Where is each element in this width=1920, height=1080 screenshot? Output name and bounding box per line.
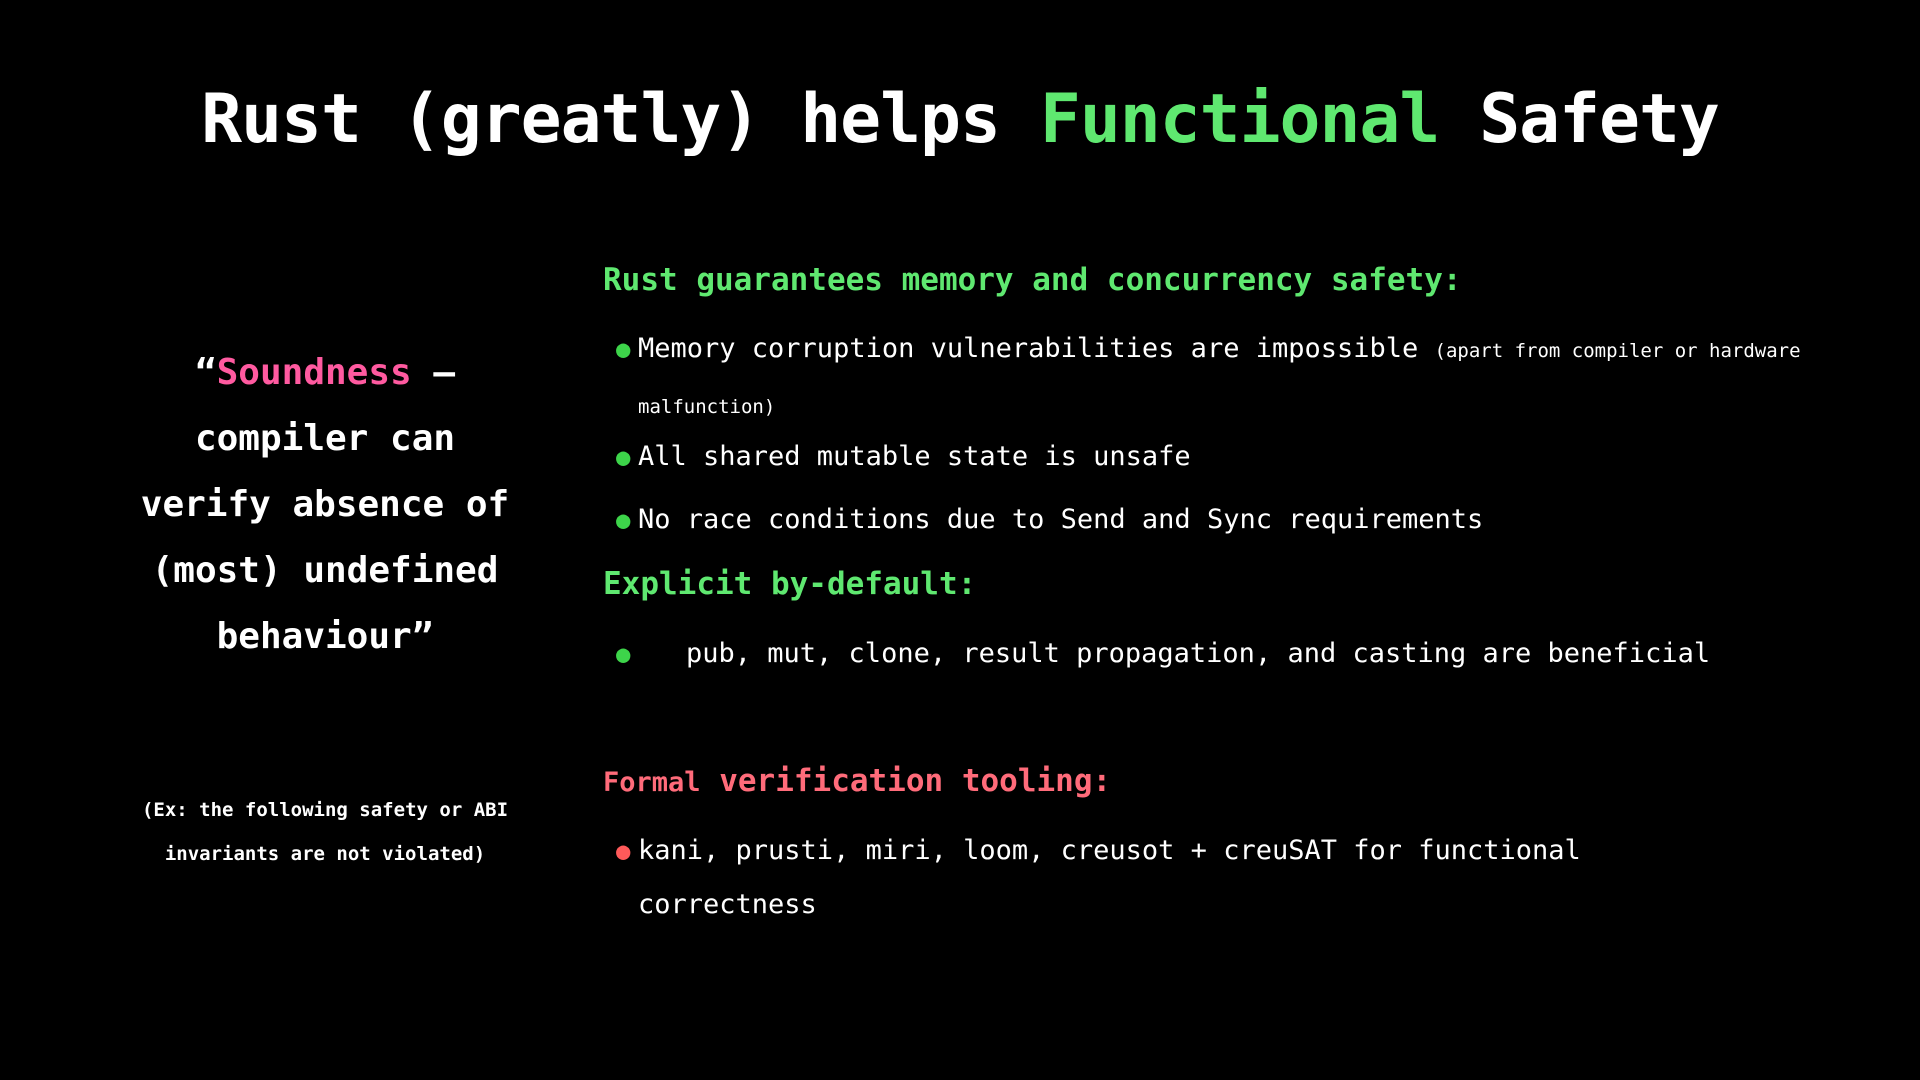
title-highlight: Functional <box>1039 80 1440 159</box>
soundness-quote: “Soundness – compiler can verify absence… <box>130 340 520 670</box>
list-item-text: kani, prusti, miri, loom, creusot + creu… <box>638 835 1581 920</box>
formal-heading-rest: verification tooling: <box>700 763 1112 799</box>
explicit-heading: Explicit by-default: <box>603 566 977 602</box>
bullet-dot-icon: ● <box>616 837 631 865</box>
quote-example: (Ex: the following safety or ABI invaria… <box>141 799 509 865</box>
list-item: ● All shared mutable state is unsafe <box>616 430 1878 484</box>
list-item: ● kani, prusti, miri, loom, creusot + cr… <box>616 824 1748 932</box>
formal-heading: Formal verification tooling: <box>603 763 1111 799</box>
quote-open-mark: “ <box>194 352 217 393</box>
list-item-text: All shared mutable state is unsafe <box>638 441 1191 472</box>
slide-title: Rust (greatly) helps Functional Safety <box>0 78 1920 162</box>
quote-highlight: Soundness <box>216 352 412 393</box>
bullet-dot-icon: ● <box>616 640 631 668</box>
list-item: ● No race conditions due to Send and Syn… <box>616 493 1878 547</box>
formal-heading-first: Formal <box>603 767 701 798</box>
guarantees-heading: Rust guarantees memory and concurrency s… <box>603 262 1462 298</box>
list-item: ● Memory corruption vulnerabilities are … <box>616 322 1878 434</box>
list-item-text: pub, mut, clone, result propagation, and… <box>686 638 1711 669</box>
title-part2: Safety <box>1439 80 1720 159</box>
quote-rest: – compiler can verify absence of (most) … <box>140 352 510 657</box>
bullet-dot-icon: ● <box>616 443 631 471</box>
list-item: ● pub, mut, clone, result propagation, a… <box>616 627 1878 681</box>
bullet-dot-icon: ● <box>616 506 631 534</box>
title-part1: Rust (greatly) helps <box>201 80 1040 159</box>
bullet-dot-icon: ● <box>616 335 631 363</box>
list-item-text: Memory corruption vulnerabilities are im… <box>638 333 1435 364</box>
list-item-text: No race conditions due to Send and Sync … <box>638 504 1484 535</box>
